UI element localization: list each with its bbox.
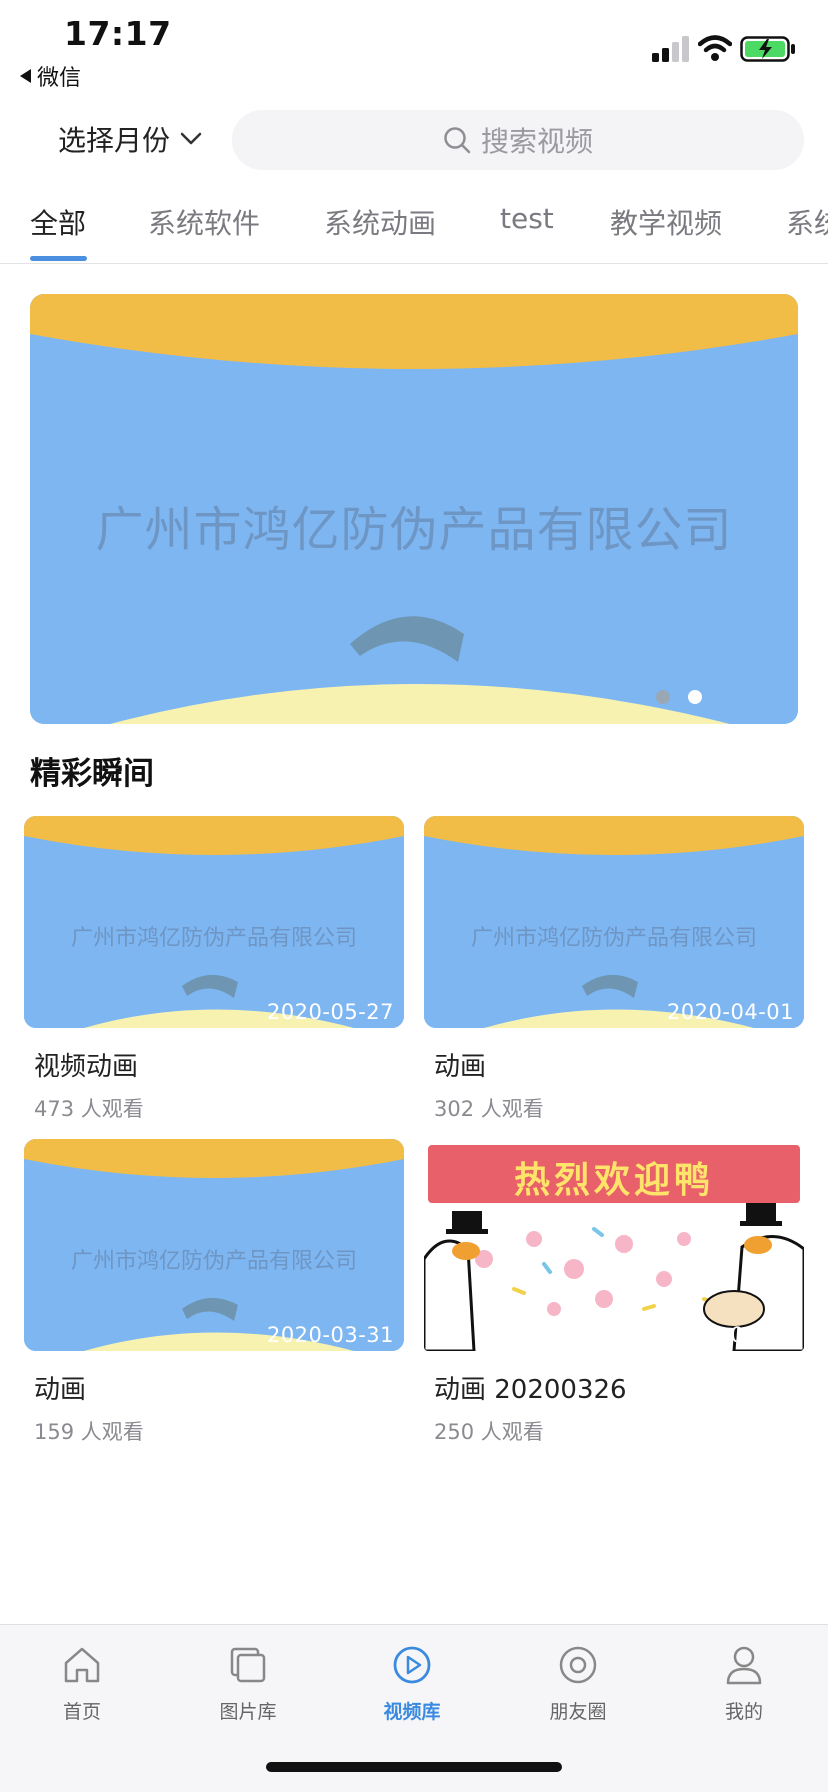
- tab-all[interactable]: 全部: [30, 202, 86, 242]
- moments-icon: [559, 1646, 597, 1684]
- tab-active-indicator: [30, 256, 87, 261]
- gallery-icon: [230, 1647, 266, 1683]
- video-title: 动画 20200326: [434, 1375, 627, 1405]
- video-thumbnail[interactable]: 广州市鸿亿防伪产品有限公司 2020-05-27: [24, 816, 404, 1028]
- search-placeholder: 搜索视频: [480, 125, 593, 158]
- video-title: 视频动画: [34, 1052, 139, 1082]
- video-thumbnail[interactable]: 广州市鸿亿防伪产品有限公司 2020-04-01: [424, 816, 804, 1028]
- tab-system-more[interactable]: 系统: [786, 202, 828, 242]
- tab-teaching-video[interactable]: 教学视频: [610, 202, 722, 242]
- category-tabs: 全部 系统软件 系统动画 test 教学视频 系统: [0, 190, 828, 264]
- profile-icon: [726, 1646, 762, 1685]
- thumbnail-watermark: 广州市鸿亿防伪产品有限公司: [70, 926, 357, 951]
- tab-system-animation[interactable]: 系统动画: [324, 202, 436, 242]
- thumbnail-banner-text: 热烈欢迎鸭: [513, 1160, 714, 1201]
- video-views: 250 人观看: [434, 1420, 544, 1444]
- month-select-label: 选择月份: [58, 124, 171, 157]
- tab-system-software[interactable]: 系统软件: [148, 202, 260, 242]
- search-input[interactable]: 搜索视频: [232, 110, 804, 170]
- battery-charging-icon: [740, 36, 795, 62]
- video-card[interactable]: 广州市鸿亿防伪产品有限公司 2020-03-31 动画 159 人观看: [24, 1139, 404, 1446]
- wifi-icon: [698, 35, 732, 61]
- tabbar-label: 首页: [62, 1701, 101, 1723]
- video-thumbnail[interactable]: 热烈欢迎鸭 2020-03-26: [424, 1139, 804, 1351]
- tabbar-item-home[interactable]: 首页: [22, 1643, 142, 1724]
- carousel-dot[interactable]: [656, 690, 670, 704]
- video-date: 2020-04-01: [666, 1000, 794, 1024]
- search-icon: [444, 127, 471, 154]
- carousel-dot-active[interactable]: [688, 690, 702, 704]
- video-title: 动画: [434, 1052, 487, 1082]
- status-time: 17:17: [64, 14, 172, 53]
- tabbar-item-gallery[interactable]: 图片库: [188, 1643, 308, 1724]
- tabbar-item-video-library[interactable]: 视频库: [352, 1643, 472, 1724]
- tabbar-item-moments[interactable]: 朋友圈: [518, 1643, 638, 1724]
- tabbar-label: 我的: [724, 1701, 763, 1723]
- video-views: 473 人观看: [34, 1097, 144, 1121]
- back-app-label: 微信: [37, 66, 82, 91]
- home-icon: [64, 1647, 100, 1683]
- play-icon: [393, 1646, 431, 1684]
- status-bar: 17:17 微信: [0, 0, 828, 96]
- video-date: 2020-03-26: [666, 1323, 794, 1347]
- back-triangle-icon: [20, 69, 31, 83]
- video-thumbnail[interactable]: 广州市鸿亿防伪产品有限公司 2020-03-31: [24, 1139, 404, 1351]
- video-views: 159 人观看: [34, 1420, 144, 1444]
- section-title: 精彩瞬间: [30, 756, 154, 792]
- cellular-signal-icon: [652, 36, 689, 62]
- chevron-down-icon: [180, 132, 202, 145]
- month-select-dropdown[interactable]: 选择月份: [58, 119, 202, 159]
- banner-watermark: 广州市鸿亿防伪产品有限公司: [95, 502, 733, 558]
- tabbar-label: 朋友圈: [549, 1701, 607, 1723]
- thumbnail-watermark: 广州市鸿亿防伪产品有限公司: [70, 1249, 357, 1274]
- tabbar-item-profile[interactable]: 我的: [684, 1643, 804, 1724]
- video-date: 2020-03-31: [266, 1323, 394, 1347]
- thumbnail-watermark: 广州市鸿亿防伪产品有限公司: [470, 926, 757, 951]
- video-card[interactable]: 广州市鸿亿防伪产品有限公司 2020-05-27 视频动画 473 人观看: [24, 816, 404, 1123]
- video-card[interactable]: 广州市鸿亿防伪产品有限公司 2020-04-01 动画 302 人观看: [424, 816, 804, 1123]
- carousel-dots: [656, 690, 702, 704]
- banner-carousel[interactable]: 广州市鸿亿防伪产品有限公司: [30, 294, 798, 724]
- video-views: 302 人观看: [434, 1097, 544, 1121]
- back-to-wechat-button[interactable]: 微信: [20, 60, 81, 92]
- video-card[interactable]: 热烈欢迎鸭 2020-03-26 动画 20200326 250 人观看: [424, 1139, 804, 1446]
- tabbar-label: 视频库: [383, 1701, 441, 1723]
- video-title: 动画: [34, 1375, 87, 1405]
- tabbar-label: 图片库: [219, 1701, 277, 1723]
- video-date: 2020-05-27: [266, 1000, 394, 1024]
- home-indicator[interactable]: [266, 1762, 562, 1772]
- tab-test[interactable]: test: [500, 202, 554, 235]
